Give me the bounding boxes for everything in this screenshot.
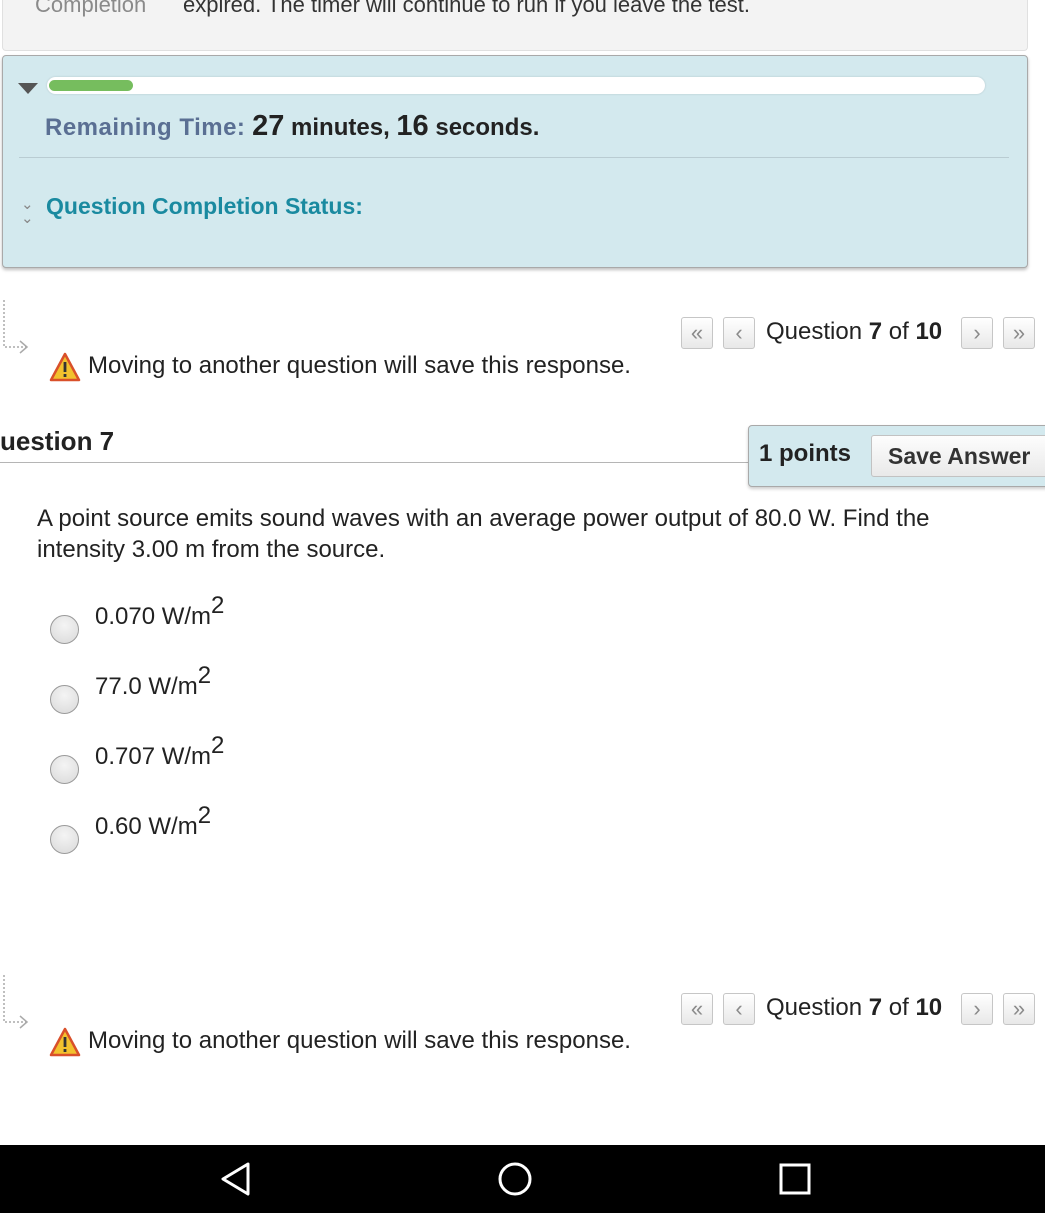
double-chevron-down-icon[interactable]: ⌄ ⌄: [21, 197, 34, 226]
back-triangle-icon[interactable]: [218, 1161, 252, 1197]
timer-info-text: expired. The timer will continue to run …: [183, 0, 750, 17]
dotted-arrow-icon: [3, 975, 29, 1029]
save-warning-text: Moving to another question will save thi…: [88, 1027, 631, 1054]
answer-option-1-label[interactable]: 0.070 W/m2: [95, 594, 224, 631]
collapse-triangle-icon[interactable]: [18, 83, 38, 94]
points-label: 1 points: [759, 440, 852, 467]
total-questions: 10: [915, 994, 943, 1021]
answer-option-2-radio[interactable]: [50, 685, 79, 714]
first-question-button[interactable]: «: [681, 993, 713, 1025]
remaining-seconds: 16: [396, 110, 429, 142]
question-word: Question: [766, 994, 863, 1021]
next-question-button[interactable]: ›: [961, 317, 993, 349]
save-warning-text: Moving to another question will save thi…: [88, 352, 631, 379]
chevron-left-icon: ‹: [735, 320, 743, 345]
time-progress-fill: [49, 80, 133, 91]
previous-question-button[interactable]: ‹: [723, 317, 755, 349]
double-chevron-right-icon: »: [1012, 996, 1026, 1021]
answer-option-4-radio[interactable]: [50, 825, 79, 854]
remaining-minutes: 27: [252, 110, 285, 142]
question-header-rule: [0, 462, 760, 463]
chevron-right-icon: ›: [973, 996, 981, 1021]
remaining-time-label: Remaining Time:: [45, 114, 246, 141]
save-answer-button[interactable]: Save Answer: [871, 435, 1045, 477]
of-word: of: [888, 994, 909, 1021]
timer-divider: [19, 157, 1009, 158]
question-word: Question: [766, 318, 863, 345]
total-questions: 10: [915, 318, 943, 345]
option-exponent: 2: [197, 662, 212, 689]
chevron-left-icon: ‹: [735, 996, 743, 1021]
timer-info-strip: Completion expired. The timer will conti…: [2, 0, 1028, 51]
previous-question-button[interactable]: ‹: [723, 993, 755, 1025]
option-exponent: 2: [211, 592, 225, 619]
chevron-right-icon: ›: [973, 320, 981, 345]
minutes-unit: minutes,: [291, 114, 390, 141]
last-question-button[interactable]: »: [1003, 993, 1035, 1025]
option-value: 0.707 W/m: [95, 743, 212, 770]
answer-option-3-radio[interactable]: [50, 755, 79, 784]
points-box: 1 points Save Answer: [748, 425, 1045, 487]
question-text: A point source emits sound waves with an…: [37, 505, 930, 563]
of-word: of: [888, 318, 909, 345]
seconds-unit: seconds.: [435, 114, 540, 141]
option-exponent: 2: [197, 802, 212, 829]
home-circle-icon[interactable]: [496, 1160, 534, 1198]
answer-option-3-label[interactable]: 0.707 W/m2: [95, 734, 224, 771]
next-question-button[interactable]: ›: [961, 993, 993, 1025]
double-chevron-right-icon: »: [1012, 320, 1026, 345]
option-exponent: 2: [211, 732, 225, 759]
question-counter: Question 7 of 10: [766, 994, 942, 1022]
current-question-number: 7: [868, 994, 883, 1021]
last-question-button[interactable]: »: [1003, 317, 1035, 349]
remaining-time: Remaining Time: 27 minutes, 16 seconds.: [45, 110, 539, 143]
double-chevron-left-icon: «: [690, 320, 704, 345]
time-progress-bar: [47, 77, 985, 94]
system-navigation-bar: [0, 1145, 1045, 1213]
double-chevron-left-icon: «: [690, 996, 704, 1021]
answer-option-4-label[interactable]: 0.60 W/m2: [95, 804, 211, 841]
question-completion-status-toggle[interactable]: Question Completion Status:: [46, 193, 363, 220]
warning-triangle-icon: [49, 1027, 81, 1057]
question-title: uestion 7: [0, 426, 115, 456]
option-value: 0.070 W/m: [95, 603, 212, 630]
answer-option-2-label[interactable]: 77.0 W/m2: [95, 664, 211, 701]
dotted-arrow-icon: [3, 300, 29, 354]
timer-panel: Remaining Time: 27 minutes, 16 seconds. …: [2, 55, 1028, 268]
answer-option-1-radio[interactable]: [50, 615, 79, 644]
recents-square-icon[interactable]: [778, 1162, 812, 1196]
option-value: 0.60 W/m: [95, 813, 198, 840]
warning-triangle-icon: [49, 352, 81, 382]
first-question-button[interactable]: «: [681, 317, 713, 349]
option-value: 77.0 W/m: [95, 673, 198, 700]
completion-label: Completion: [35, 0, 147, 17]
current-question-number: 7: [868, 318, 883, 345]
question-counter: Question 7 of 10: [766, 318, 942, 346]
